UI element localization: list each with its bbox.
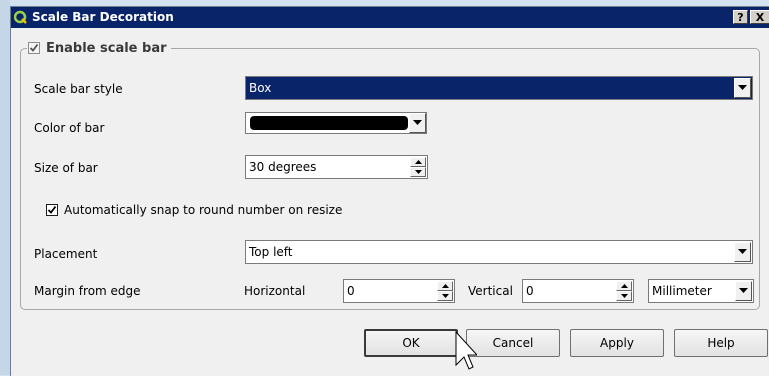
color-of-bar-label: Color of bar [34, 121, 105, 135]
spin-down-icon[interactable] [437, 291, 453, 301]
spin-down-icon[interactable] [410, 167, 426, 177]
scale-bar-style-label: Scale bar style [34, 82, 123, 96]
size-of-bar-label: Size of bar [34, 161, 98, 175]
color-swatch [250, 116, 408, 130]
snap-label: Automatically snap to round number on re… [64, 203, 343, 217]
snap-toggle[interactable]: Automatically snap to round number on re… [46, 203, 342, 217]
horizontal-margin-spinbox[interactable]: 0 [343, 279, 455, 303]
chevron-down-icon[interactable] [409, 113, 426, 133]
size-of-bar-value: 30 degrees [249, 160, 317, 174]
horizontal-spin-buttons [437, 281, 453, 301]
mouse-pointer-icon [455, 331, 477, 370]
placement-label: Placement [34, 247, 98, 261]
unit-combo[interactable]: Millimeter [648, 279, 754, 303]
placement-value: Top left [249, 245, 293, 259]
spin-down-icon[interactable] [616, 291, 632, 301]
cancel-button[interactable]: Cancel [466, 329, 560, 357]
title-bar[interactable]: Scale Bar Decoration ? X [11, 7, 769, 28]
enable-scale-bar-checkbox[interactable] [28, 42, 40, 54]
chevron-down-icon[interactable] [734, 242, 751, 262]
desktop-background [0, 0, 10, 375]
size-of-bar-spinbox[interactable]: 30 degrees [245, 155, 428, 179]
ok-button[interactable]: OK [364, 329, 458, 357]
horizontal-margin-value: 0 [347, 284, 355, 298]
unit-value: Millimeter [652, 284, 712, 298]
spin-up-icon[interactable] [410, 157, 426, 167]
checkmark-icon [29, 43, 39, 52]
color-of-bar-button[interactable] [245, 112, 427, 134]
enable-scale-bar-label: Enable scale bar [46, 40, 167, 56]
scale-bar-style-combo[interactable]: Box [245, 76, 753, 100]
chevron-down-icon[interactable] [734, 78, 751, 98]
checkmark-icon [47, 205, 57, 214]
vertical-margin-value: 0 [526, 284, 534, 298]
window-title: Scale Bar Decoration [32, 10, 174, 24]
scale-bar-style-value: Box [249, 81, 272, 95]
chevron-down-icon[interactable] [735, 281, 752, 301]
placement-combo[interactable]: Top left [245, 240, 753, 264]
vertical-spin-buttons [616, 281, 632, 301]
context-help-button[interactable]: ? [733, 10, 748, 24]
vertical-label: Vertical [468, 284, 513, 298]
vertical-margin-spinbox[interactable]: 0 [522, 279, 634, 303]
enable-scale-bar-toggle[interactable]: Enable scale bar [27, 40, 171, 56]
spin-up-icon[interactable] [437, 281, 453, 291]
qgis-logo-icon [14, 10, 27, 24]
snap-checkbox[interactable] [46, 204, 58, 216]
margin-label: Margin from edge [34, 284, 141, 298]
size-spin-buttons [410, 157, 426, 177]
close-button[interactable]: X [750, 10, 769, 24]
apply-button[interactable]: Apply [570, 329, 664, 357]
spin-up-icon[interactable] [616, 281, 632, 291]
help-button[interactable]: Help [674, 329, 768, 357]
horizontal-label: Horizontal [244, 284, 306, 298]
